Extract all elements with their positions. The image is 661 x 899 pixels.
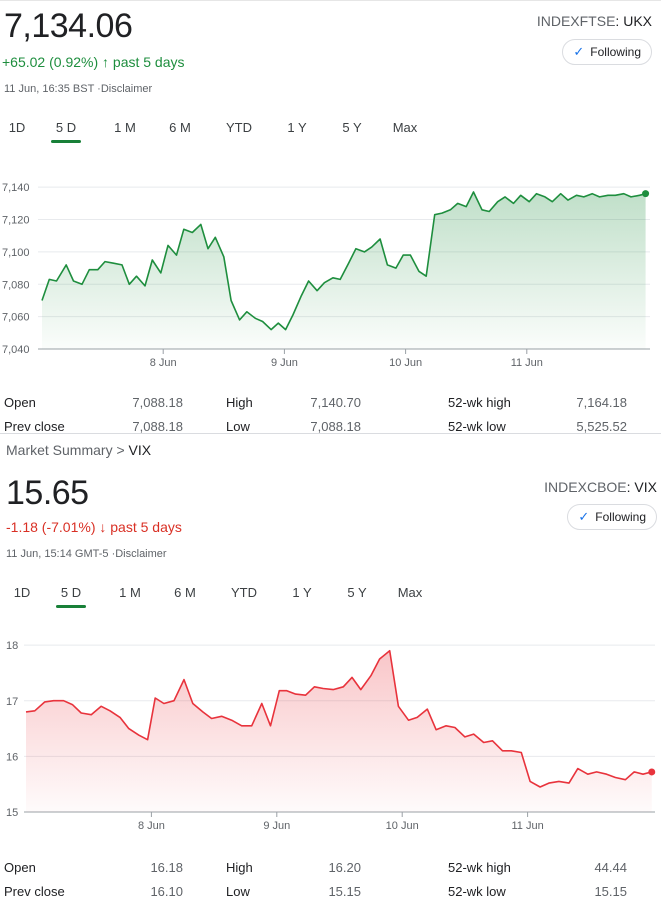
y-tick-label: 7,120 <box>2 215 30 227</box>
arrow-up-icon: ↑ <box>102 54 110 70</box>
active-tab-indicator <box>56 605 86 608</box>
y-tick-label: 15 <box>6 807 18 819</box>
stat-value: 7,088.18 <box>132 419 183 434</box>
breadcrumb-current: VIX <box>128 442 152 458</box>
range-tab-5y[interactable]: 5 Y <box>329 585 385 600</box>
stat-label3: 52-wk high <box>448 860 511 875</box>
stat-label3: 52-wk low <box>448 884 506 899</box>
stat-value3: 7,164.18 <box>576 395 627 410</box>
range-tab-1d[interactable]: 1D <box>0 120 34 135</box>
series-area <box>42 192 646 349</box>
x-tick-label: 11 Jun <box>511 820 543 832</box>
arrow-down-icon: ↓ <box>99 519 107 535</box>
range-tab-6m[interactable]: 6 M <box>157 585 213 600</box>
y-tick-label: 7,040 <box>2 344 30 356</box>
range-tab-ytd[interactable]: YTD <box>208 120 270 135</box>
stat-value3: 5,525.52 <box>576 419 627 434</box>
x-tick-label: 9 Jun <box>271 357 298 369</box>
x-tick-label: 8 Jun <box>138 820 165 832</box>
stat-value2: 7,088.18 <box>310 419 361 434</box>
stat-label3: 52-wk low <box>448 419 506 434</box>
check-icon: ✓ <box>573 44 585 59</box>
ftse-exchange: INDEXFTSE <box>536 13 616 29</box>
stat-value2: 7,140.70 <box>310 395 361 410</box>
stat-label2: Low <box>226 419 250 434</box>
stat-label: Prev close <box>4 419 65 434</box>
range-tab-5d[interactable]: 5 D <box>34 120 98 143</box>
stat-value: 16.10 <box>150 884 183 899</box>
last-point-marker <box>648 768 656 776</box>
stat-value: 7,088.18 <box>132 395 183 410</box>
stat-value2: 16.20 <box>328 860 361 875</box>
ftse-change: +65.02 (0.92%) ↑ past 5 days <box>2 54 185 70</box>
ftse-change-value: +65.02 (0.92%) <box>2 54 99 70</box>
ftse-symbol: UKX <box>623 13 652 29</box>
y-tick-label: 18 <box>6 640 18 652</box>
ftse-price: 7,134.06 <box>4 7 133 45</box>
stat-label3: 52-wk high <box>448 395 511 410</box>
y-tick-label: 17 <box>6 696 18 708</box>
y-tick-label: 16 <box>6 751 18 763</box>
y-tick-label: 7,140 <box>2 182 30 194</box>
breadcrumb-market-summary[interactable]: Market Summary <box>6 442 113 458</box>
y-tick-label: 7,100 <box>2 247 30 259</box>
following-label: Following <box>590 45 641 59</box>
x-tick-label: 8 Jun <box>150 357 177 369</box>
active-tab-indicator <box>51 140 81 143</box>
stat-value2: 15.15 <box>328 884 361 899</box>
range-tab-1m[interactable]: 1 M <box>103 585 157 600</box>
vix-panel: Market Summary > VIX 15.65 -1.18 (-7.01%… <box>0 433 661 899</box>
stat-label2: High <box>226 860 253 875</box>
ftse-panel: 7,134.06 +65.02 (0.92%) ↑ past 5 days 11… <box>0 0 661 434</box>
breadcrumb: Market Summary > VIX <box>6 442 151 458</box>
stat-value: 16.18 <box>150 860 183 875</box>
x-tick-label: 11 Jun <box>511 357 543 369</box>
range-tab-1m[interactable]: 1 M <box>98 120 152 135</box>
stat-value3: 44.44 <box>594 860 627 875</box>
vix-ticker: INDEXCBOE: VIX <box>544 479 657 495</box>
y-tick-label: 7,060 <box>2 312 30 324</box>
range-tab-max[interactable]: Max <box>385 585 435 600</box>
following-button[interactable]: ✓ Following <box>567 504 657 530</box>
vix-chart: 18 17 16 15 8 Jun 9 Jun 10 Jun 11 Jun <box>6 640 656 832</box>
stat-label: Prev close <box>4 884 65 899</box>
x-tick-label: 9 Jun <box>263 820 290 832</box>
last-point-marker <box>642 190 650 198</box>
stat-value3: 15.15 <box>594 884 627 899</box>
range-tab-5y[interactable]: 5 Y <box>324 120 380 135</box>
vix-price: 15.65 <box>6 474 89 512</box>
check-icon: ✓ <box>578 509 590 524</box>
vix-change-value: -1.18 (-7.01%) <box>6 519 96 535</box>
stat-label: Open <box>4 860 36 875</box>
vix-timestamp: 11 Jun, 15:14 GMT-5 ·Disclaimer <box>6 548 167 560</box>
range-tab-6m[interactable]: 6 M <box>152 120 208 135</box>
following-label: Following <box>595 510 646 524</box>
vix-change: -1.18 (-7.01%) ↓ past 5 days <box>6 519 182 535</box>
stat-label2: High <box>226 395 253 410</box>
ftse-chart: 7,140 7,120 7,100 7,080 7,060 7,040 8 Jun 9 Jun… <box>2 182 650 369</box>
vix-symbol: VIX <box>634 479 657 495</box>
x-tick-label: 10 Jun <box>389 357 422 369</box>
vix-period: past 5 days <box>110 519 182 535</box>
range-tab-1y[interactable]: 1 Y <box>270 120 324 135</box>
x-tick-label: 10 Jun <box>386 820 419 832</box>
range-tab-max[interactable]: Max <box>380 120 430 135</box>
ftse-ticker: INDEXFTSE: UKX <box>536 13 652 29</box>
range-tab-ytd[interactable]: YTD <box>213 585 275 600</box>
range-tab-1d[interactable]: 1D <box>5 585 39 600</box>
series-area <box>26 650 652 812</box>
stat-label: Open <box>4 395 36 410</box>
breadcrumb-separator: > <box>116 442 125 458</box>
stat-label2: Low <box>226 884 250 899</box>
y-tick-label: 7,080 <box>2 279 30 291</box>
ftse-period: past 5 days <box>112 54 185 70</box>
vix-exchange: INDEXCBOE <box>544 479 627 495</box>
range-tab-5d[interactable]: 5 D <box>39 585 103 608</box>
following-button[interactable]: ✓ Following <box>562 39 652 65</box>
ftse-timestamp: 11 Jun, 16:35 BST ·Disclaimer <box>4 83 153 95</box>
range-tab-1y[interactable]: 1 Y <box>275 585 329 600</box>
